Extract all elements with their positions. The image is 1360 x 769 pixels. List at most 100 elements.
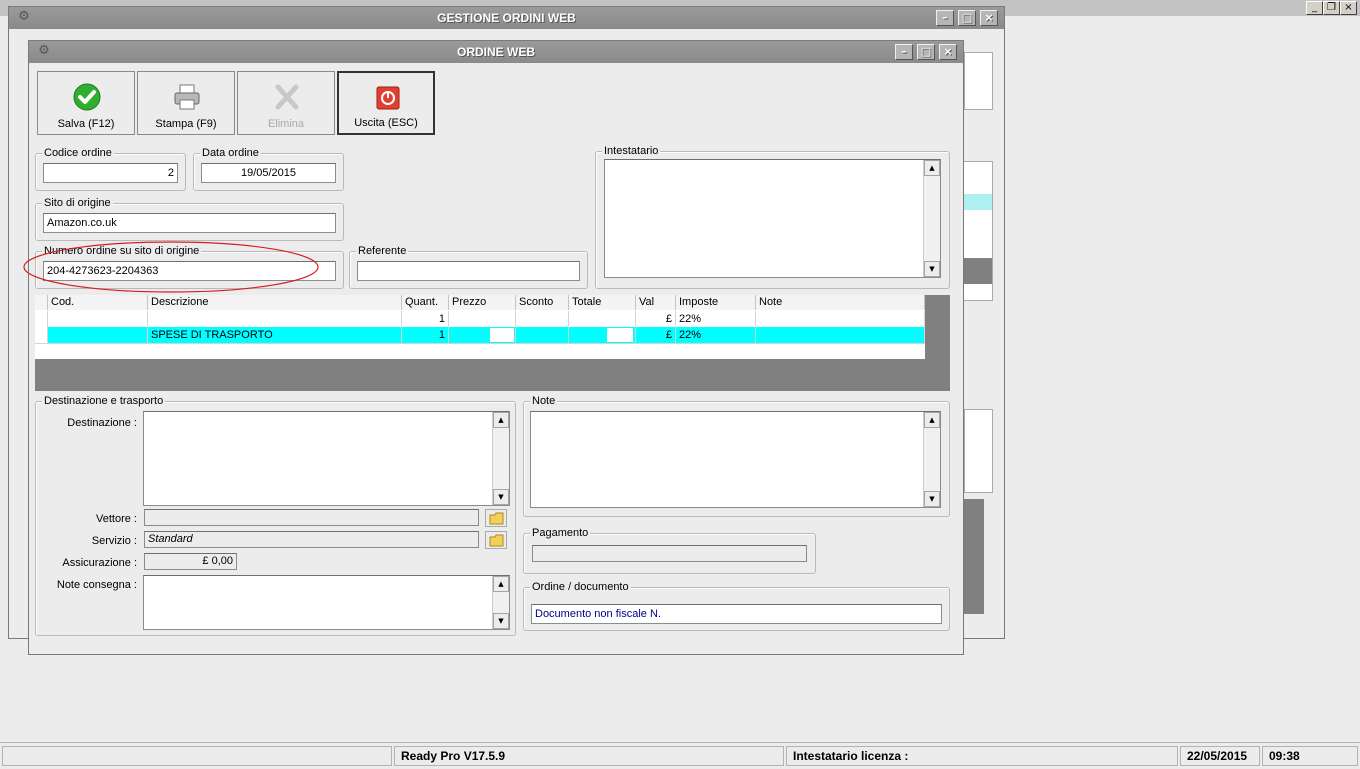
- delete-x-icon: [275, 84, 299, 110]
- document-label: Ordine / documento: [530, 581, 631, 594]
- outer-scroll-panel: [964, 52, 993, 110]
- folder-icon: [489, 512, 504, 525]
- column-header-cod[interactable]: Cod.: [48, 295, 148, 310]
- scroll-down-arrow-icon[interactable]: ▼: [493, 489, 509, 505]
- carrier-field[interactable]: [144, 509, 479, 526]
- gear-icon: ⚙: [38, 43, 50, 58]
- document-field[interactable]: Documento non fiscale N.: [531, 604, 942, 624]
- column-header-totale[interactable]: Totale: [569, 295, 636, 310]
- gear-icon: ⚙: [18, 9, 30, 24]
- check-icon: [73, 83, 101, 111]
- outer-maximize-button[interactable]: □: [958, 10, 976, 26]
- notes-textarea[interactable]: ▲ ▼: [530, 411, 941, 508]
- red-annotation-ellipse: [23, 241, 319, 293]
- delivery-notes-scrollbar[interactable]: ▲ ▼: [492, 576, 509, 629]
- service-browse-button[interactable]: [485, 531, 507, 549]
- shipping-group-label: Destinazione e trasporto: [42, 395, 166, 408]
- order-maximize-button[interactable]: □: [917, 44, 935, 60]
- carrier-browse-button[interactable]: [485, 509, 507, 527]
- print-label: Stampa (F9): [155, 118, 217, 130]
- scroll-up-arrow-icon[interactable]: ▲: [924, 160, 940, 176]
- referent-field[interactable]: [357, 261, 580, 281]
- order-window-title: ORDINE WEB: [457, 45, 535, 59]
- order-titlebar: ⚙ ORDINE WEB – □ ×: [29, 41, 963, 63]
- table-row-selected[interactable]: SPESE DI TRASPORTO 1 £ 22%: [35, 327, 925, 343]
- column-header-note[interactable]: Note: [756, 295, 925, 310]
- status-bar: Ready Pro V17.5.9 Intestatario licenza :…: [0, 742, 1360, 769]
- outer-titlebar: ⚙ GESTIONE ORDINI WEB – □ ×: [9, 7, 1004, 29]
- notes-label: Note: [530, 395, 558, 408]
- delivery-notes-textarea[interactable]: ▲ ▼: [143, 575, 510, 630]
- insurance-field[interactable]: £ 0,00: [144, 553, 237, 570]
- holder-scrollbar[interactable]: ▲ ▼: [923, 160, 940, 277]
- order-lines-grid: Cod. Descrizione Quant. Prezzo Sconto To…: [35, 295, 950, 391]
- scroll-down-arrow-icon[interactable]: ▼: [924, 491, 940, 507]
- service-field[interactable]: Standard: [144, 531, 479, 548]
- outer-list-gray: [964, 258, 992, 284]
- origin-site-field[interactable]: Amazon.co.uk: [43, 213, 336, 233]
- grid-row-header: [35, 295, 48, 310]
- table-row-empty[interactable]: [35, 343, 925, 360]
- status-version: Ready Pro V17.5.9: [394, 746, 784, 766]
- payment-label: Pagamento: [530, 527, 591, 540]
- outer-list-panel: [963, 161, 993, 301]
- holder-textarea[interactable]: ▲ ▼: [604, 159, 941, 278]
- scroll-down-arrow-icon[interactable]: ▼: [493, 613, 509, 629]
- column-header-descrizione[interactable]: Descrizione: [148, 295, 402, 310]
- outer-side-panel: [964, 409, 993, 493]
- order-date-label: Data ordine: [200, 147, 261, 160]
- status-time: 09:38: [1262, 746, 1358, 766]
- grid-body: Cod. Descrizione Quant. Prezzo Sconto To…: [35, 295, 925, 359]
- delivery-notes-label: Note consegna :: [56, 579, 137, 591]
- insurance-label: Assicurazione :: [62, 557, 137, 569]
- column-header-imposte[interactable]: Imposte: [676, 295, 756, 310]
- printer-icon: [174, 84, 200, 110]
- order-code-field[interactable]: 2: [43, 163, 178, 183]
- carrier-label: Vettore :: [96, 513, 137, 525]
- service-label: Servizio :: [91, 535, 137, 547]
- scroll-up-arrow-icon[interactable]: ▲: [493, 576, 509, 592]
- app-restore-button[interactable]: ❐: [1323, 1, 1340, 15]
- app-minimize-button[interactable]: _: [1306, 1, 1323, 15]
- payment-field[interactable]: [532, 545, 807, 562]
- column-header-sconto[interactable]: Sconto: [516, 295, 569, 310]
- status-date: 22/05/2015: [1180, 746, 1260, 766]
- exit-button[interactable]: Uscita (ESC): [337, 71, 435, 135]
- folder-icon: [489, 534, 504, 547]
- exit-label: Uscita (ESC): [354, 117, 418, 129]
- order-date-field[interactable]: 19/05/2015: [201, 163, 336, 183]
- status-panel-empty: [2, 746, 392, 766]
- column-header-quant[interactable]: Quant.: [402, 295, 449, 310]
- origin-site-label: Sito di origine: [42, 197, 113, 210]
- column-header-prezzo[interactable]: Prezzo: [449, 295, 516, 310]
- app-close-button[interactable]: ×: [1340, 1, 1357, 15]
- table-row[interactable]: 1 £ 22%: [35, 311, 925, 328]
- order-minimize-button[interactable]: –: [895, 44, 913, 60]
- outer-gray-panel: [964, 499, 984, 614]
- power-icon: [376, 86, 400, 110]
- order-close-button[interactable]: ×: [939, 44, 957, 60]
- print-button[interactable]: Stampa (F9): [137, 71, 235, 135]
- notes-scrollbar[interactable]: ▲ ▼: [923, 412, 940, 507]
- outer-list-selected: [964, 194, 992, 210]
- outer-window-title: GESTIONE ORDINI WEB: [437, 11, 576, 25]
- redacted-price: [490, 328, 514, 342]
- holder-label: Intestatario: [602, 145, 661, 158]
- destination-label: Destinazione :: [67, 417, 137, 429]
- destination-textarea[interactable]: ▲ ▼: [143, 411, 510, 506]
- scroll-up-arrow-icon[interactable]: ▲: [493, 412, 509, 428]
- destination-scrollbar[interactable]: ▲ ▼: [492, 412, 509, 505]
- scroll-down-arrow-icon[interactable]: ▼: [924, 261, 940, 277]
- column-header-val[interactable]: Val: [636, 295, 676, 310]
- redacted-total: [607, 328, 633, 342]
- outer-minimize-button[interactable]: –: [936, 10, 954, 26]
- delete-button[interactable]: Elimina: [237, 71, 335, 135]
- save-label: Salva (F12): [57, 118, 115, 130]
- delete-label: Elimina: [267, 118, 305, 130]
- referent-label: Referente: [356, 245, 409, 258]
- save-button[interactable]: Salva (F12): [37, 71, 135, 135]
- outer-close-button[interactable]: ×: [980, 10, 998, 26]
- scroll-up-arrow-icon[interactable]: ▲: [924, 412, 940, 428]
- order-code-label: Codice ordine: [42, 147, 114, 160]
- status-license-label: Intestatario licenza :: [786, 746, 1178, 766]
